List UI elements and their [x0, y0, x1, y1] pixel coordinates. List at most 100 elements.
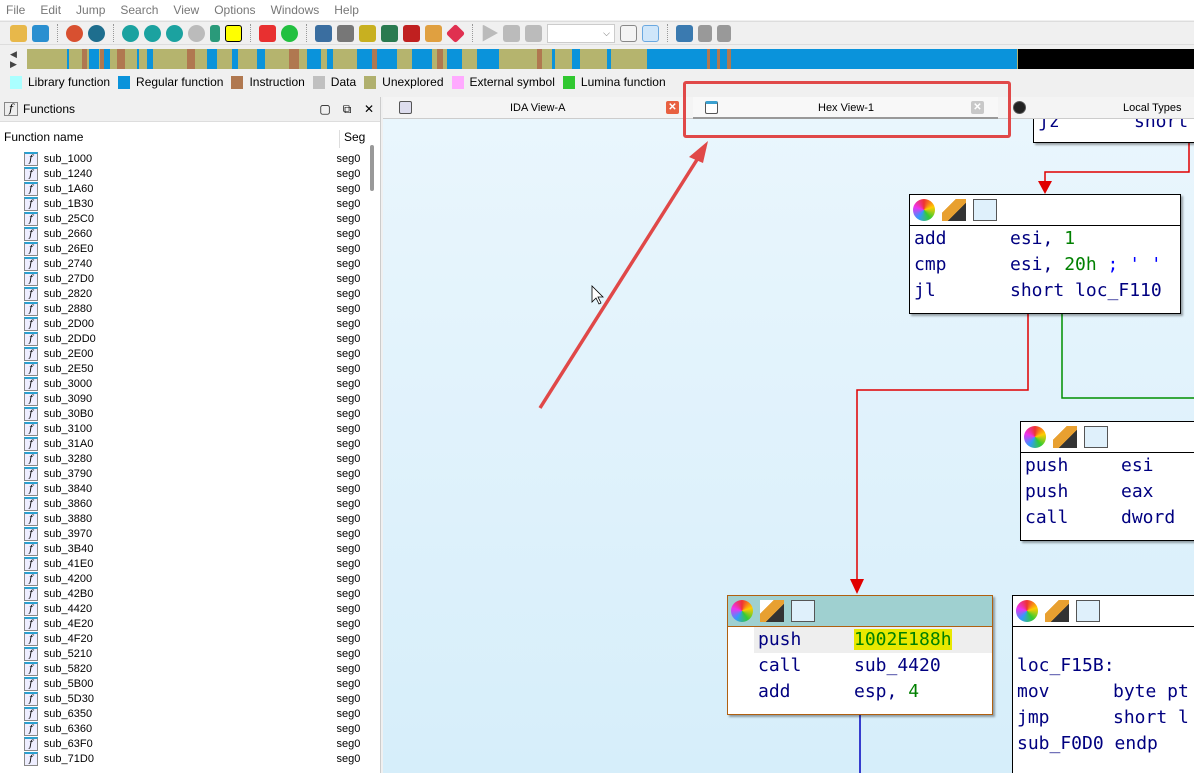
name-icon[interactable]	[225, 24, 242, 42]
function-row[interactable]: f sub_31A0 seg0	[0, 436, 366, 451]
function-row[interactable]: f sub_4420 seg0	[0, 601, 366, 616]
function-row[interactable]: f sub_3100 seg0	[0, 421, 366, 436]
shuffle-icon[interactable]	[1084, 426, 1108, 448]
back-icon[interactable]	[66, 24, 83, 42]
asm-line[interactable]: call dword	[1021, 505, 1194, 531]
function-row[interactable]: f sub_5D30 seg0	[0, 691, 366, 706]
col-function-name[interactable]: Function name	[0, 130, 339, 148]
menu-windows[interactable]: Windows	[271, 3, 320, 17]
hex-icon[interactable]	[122, 24, 139, 42]
menu-edit[interactable]: Edit	[40, 3, 61, 17]
outline-icon[interactable]	[698, 24, 712, 42]
function-row[interactable]: f sub_26E0 seg0	[0, 241, 366, 256]
function-row[interactable]: f sub_42B0 seg0	[0, 586, 366, 601]
outline2-icon[interactable]	[717, 24, 731, 42]
function-row[interactable]: f sub_2D00 seg0	[0, 316, 366, 331]
array-icon[interactable]	[381, 24, 398, 42]
asm-line[interactable]: jl short loc_F110	[910, 278, 1180, 304]
shuffle-icon[interactable]	[791, 600, 815, 622]
close-tab-ida-button[interactable]: ✕	[666, 101, 679, 114]
float-button[interactable]: ⧉	[336, 102, 358, 117]
function-row[interactable]: f sub_3790 seg0	[0, 466, 366, 481]
edit-pencil-icon[interactable]	[1053, 426, 1077, 448]
graph-icon[interactable]	[166, 24, 183, 42]
asm-line[interactable]: add esi, 1	[910, 226, 1180, 252]
asm-line[interactable]: call sub_4420	[754, 653, 992, 679]
graph-block-2[interactable]: add esi, 1 cmp esi, 20h ; ' ' jl short loc_F1…	[909, 194, 1181, 314]
function-row[interactable]: f sub_30B0 seg0	[0, 406, 366, 421]
asm-line[interactable]: push 1002E188h	[754, 627, 992, 653]
debugger-select[interactable]: ⌵	[547, 23, 615, 43]
menu-search[interactable]: Search	[120, 3, 158, 17]
col-segment[interactable]: Seg	[339, 130, 365, 148]
close-button[interactable]: ✕	[358, 102, 380, 116]
function-row[interactable]: f sub_3B40 seg0	[0, 541, 366, 556]
stop-icon[interactable]	[525, 24, 542, 42]
menu-help[interactable]: Help	[334, 3, 359, 17]
function-row[interactable]: f sub_4E20 seg0	[0, 616, 366, 631]
asm-line[interactable]: cmp esi, 20h ; ' '	[910, 252, 1180, 278]
function-row[interactable]: f sub_3090 seg0	[0, 391, 366, 406]
run-circle-icon[interactable]	[281, 24, 298, 42]
function-row[interactable]: f sub_27D0 seg0	[0, 271, 366, 286]
menu-view[interactable]: View	[173, 3, 199, 17]
color-wheel-icon[interactable]	[731, 600, 753, 622]
function-row[interactable]: f sub_2660 seg0	[0, 226, 366, 241]
function-row[interactable]: f sub_3000 seg0	[0, 376, 366, 391]
play-icon[interactable]	[482, 24, 498, 42]
menu-options[interactable]: Options	[214, 3, 255, 17]
function-row[interactable]: f sub_3880 seg0	[0, 511, 366, 526]
jump-icon[interactable]	[188, 24, 205, 42]
forward-icon[interactable]	[88, 24, 105, 42]
decompile-active-icon[interactable]	[642, 24, 659, 42]
scrollbar[interactable]	[370, 145, 374, 191]
decompile-icon[interactable]	[620, 24, 637, 42]
stop-sign-icon[interactable]	[445, 23, 466, 43]
function-row[interactable]: f sub_25C0 seg0	[0, 211, 366, 226]
edit-icon[interactable]	[425, 24, 442, 42]
function-row[interactable]: f sub_1240 seg0	[0, 166, 366, 181]
data-icon[interactable]	[337, 24, 354, 42]
tab-ida-view-a[interactable]: IDA View-A ✕	[383, 97, 681, 119]
step-icon[interactable]	[210, 24, 220, 42]
list-icon[interactable]	[676, 24, 693, 42]
edit-pencil-icon[interactable]	[760, 600, 784, 622]
shuffle-icon[interactable]	[1076, 600, 1100, 622]
function-row[interactable]: f sub_3860 seg0	[0, 496, 366, 511]
function-row[interactable]: f sub_1B30 seg0	[0, 196, 366, 211]
color-wheel-icon[interactable]	[1024, 426, 1046, 448]
function-row[interactable]: f sub_71D0 seg0	[0, 751, 366, 766]
struct-icon[interactable]	[359, 24, 376, 42]
function-row[interactable]: f sub_2E00 seg0	[0, 346, 366, 361]
function-row[interactable]: f sub_3970 seg0	[0, 526, 366, 541]
function-row[interactable]: f sub_63F0 seg0	[0, 736, 366, 751]
graph-view[interactable]: jz short add esi, 1 cmp esi, 20h ; ' ' jl shor…	[383, 97, 1194, 773]
function-row[interactable]: f sub_6350 seg0	[0, 706, 366, 721]
edit-pencil-icon[interactable]	[942, 199, 966, 221]
asm-line[interactable]: add esp, 4	[754, 679, 992, 705]
function-row[interactable]: f sub_1A60 seg0	[0, 181, 366, 196]
color-wheel-icon[interactable]	[1016, 600, 1038, 622]
undefine-icon[interactable]	[403, 24, 420, 42]
code-icon[interactable]	[315, 24, 332, 42]
graph-block-5[interactable]: loc_F15B: mov byte pt jmp short l sub_F0D0 …	[1012, 595, 1194, 773]
function-row[interactable]: f sub_2DD0 seg0	[0, 331, 366, 346]
function-row[interactable]: f sub_4F20 seg0	[0, 631, 366, 646]
pause-icon[interactable]	[503, 24, 520, 42]
function-row[interactable]: f sub_2880 seg0	[0, 301, 366, 316]
menu-jump[interactable]: Jump	[76, 3, 105, 17]
shuffle-icon[interactable]	[973, 199, 997, 221]
graph-block-4[interactable]: push 1002E188h call sub_4420 add esp, 4	[727, 595, 993, 715]
function-row[interactable]: f sub_41E0 seg0	[0, 556, 366, 571]
nav-arrows[interactable]: ◀ ▶	[10, 49, 17, 69]
function-row[interactable]: f sub_5B00 seg0	[0, 676, 366, 691]
function-row[interactable]: f sub_3280 seg0	[0, 451, 366, 466]
function-row[interactable]: f sub_2820 seg0	[0, 286, 366, 301]
maximize-button[interactable]: ▢	[314, 102, 336, 116]
function-row[interactable]: f sub_5820 seg0	[0, 661, 366, 676]
asm-line[interactable]: jmp short l	[1013, 705, 1194, 731]
function-row[interactable]: f sub_2E50 seg0	[0, 361, 366, 376]
edit-pencil-icon[interactable]	[1045, 600, 1069, 622]
menu-file[interactable]: File	[6, 3, 25, 17]
graph-block-3[interactable]: push esi push eax call dword	[1020, 421, 1194, 541]
